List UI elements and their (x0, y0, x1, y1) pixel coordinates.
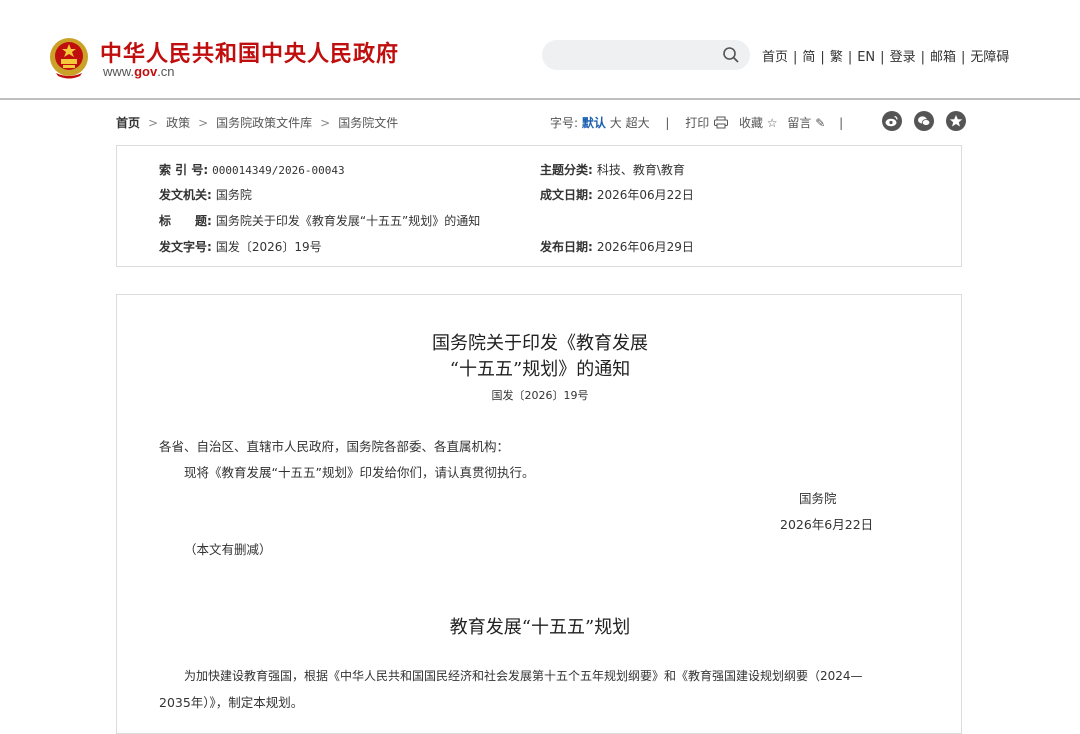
chevron-right-icon: > (198, 116, 209, 130)
meta-published-value: 2026年06月29日 (596, 240, 694, 254)
divider: | (880, 50, 885, 65)
article-signature: 国务院 (799, 491, 837, 506)
comment-label: 留言 (787, 116, 812, 130)
article-date: 2026年6月22日 (780, 517, 874, 532)
divider: | (847, 50, 853, 65)
meta-title-value: 国务院关于印发《教育发展“十五五”规划》的通知 (215, 214, 481, 228)
weibo-icon[interactable] (882, 111, 902, 131)
wechat-icon[interactable] (914, 111, 935, 131)
nav-accessibility-link[interactable]: 无障碍 (970, 46, 1009, 65)
divider: | (920, 50, 925, 65)
star-icon: ☆ (766, 116, 778, 130)
nav-home-link[interactable]: 首页 (762, 46, 788, 65)
chevron-right-icon: > (148, 116, 159, 130)
document-metadata: 索 引 号: 000014349/2026-00043 主题分类: 科技、教育\教育… (116, 145, 962, 267)
site-url-brand: gov (134, 64, 158, 79)
divider: | (839, 116, 844, 130)
site-url[interactable]: www.gov.cn (103, 64, 175, 79)
meta-published: 发布日期: 2026年06月29日 (540, 238, 694, 255)
pencil-icon: ✎ (815, 116, 826, 130)
meta-title: 标 题: 国务院关于印发《教育发展“十五五”规划》的通知 (159, 212, 480, 229)
comment-button[interactable]: 留言 ✎ (787, 114, 825, 131)
meta-issuer: 发文机关: 国务院 (159, 186, 252, 203)
meta-created: 成文日期: 2026年06月22日 (540, 186, 694, 203)
print-label: 打印 (685, 116, 710, 130)
section-title: 教育发展“十五五”规划 (449, 617, 631, 638)
article-title-line1: 国务院关于印发《教育发展 (432, 333, 648, 354)
national-emblem-icon[interactable] (48, 35, 90, 79)
page-tools: 字号: 默认 大 超大 | 打印 收藏 ☆ 留言 ✎ | (550, 114, 843, 131)
breadcrumb-item[interactable]: 国务院政策文件库 (216, 116, 312, 130)
nav-traditional-link[interactable]: 繁 (830, 46, 843, 65)
divider: | (793, 50, 798, 65)
article-title-line2: “十五五”规划》的通知 (449, 359, 631, 380)
article-paragraph-line1: 为加快建设教育强国，根据《中华人民共和国国民经济和社会发展第十五个五年规划纲要》… (184, 669, 863, 683)
top-nav: 首页 | 简 | 繁 | EN | 登录 | 邮箱 | 无障碍 (762, 46, 1009, 65)
breadcrumb-item[interactable]: 政策 (166, 116, 190, 130)
article-doc-number: 国发〔2026〕19号 (491, 389, 589, 402)
meta-docno-value: 国发〔2026〕19号 (215, 240, 322, 254)
nav-login-link[interactable]: 登录 (890, 46, 916, 65)
favorite-button[interactable]: 收藏 ☆ (739, 114, 778, 131)
meta-docno-key: 发文字号: (159, 240, 212, 254)
star-favorite-icon[interactable] (946, 111, 967, 131)
article-salutation: 各省、自治区、直辖市人民政府，国务院各部委、各直属机构： (159, 439, 510, 454)
meta-issuer-value: 国务院 (215, 188, 252, 202)
toolbar: 首页 > 政策 > 国务院政策文件库 > 国务院文件 字号: 默认 大 超大 | 打印 收藏… (0, 100, 1080, 144)
favorite-label: 收藏 (738, 116, 763, 130)
meta-index-value: 000014349/2026-00043 (212, 164, 345, 177)
site-url-suffix: .cn (157, 64, 175, 79)
search-input[interactable] (542, 40, 750, 70)
meta-category-key: 主题分类: (540, 163, 593, 177)
article-note: （本文有删减） (184, 542, 272, 557)
printer-icon (714, 116, 729, 129)
divider: | (665, 116, 670, 130)
meta-published-key: 发布日期: (540, 240, 593, 254)
site-url-prefix: www. (103, 64, 135, 79)
site-header: 中华人民共和国中央人民政府 www.gov.cn 首页 | 简 | 繁 | EN | 登录 | 邮箱… (0, 0, 1080, 100)
meta-docno: 发文字号: 国发〔2026〕19号 (159, 238, 322, 255)
print-button[interactable]: 打印 (685, 114, 729, 131)
article-paragraph-line2: 2035年）》，制定本规划。 (159, 695, 304, 710)
meta-issuer-key: 发文机关: (159, 188, 212, 202)
meta-title-key: 标 题: (159, 214, 212, 228)
nav-mail-link[interactable]: 邮箱 (930, 46, 956, 65)
search-icon[interactable] (722, 46, 740, 64)
font-xlarge-button[interactable]: 超大 (626, 114, 650, 131)
meta-created-value: 2026年06月22日 (596, 188, 694, 202)
font-large-button[interactable]: 大 (610, 114, 622, 131)
font-size-label: 字号: (550, 116, 579, 130)
nav-english-link[interactable]: EN (857, 50, 875, 65)
meta-category: 主题分类: 科技、教育\教育 (540, 161, 685, 178)
meta-index: 索 引 号: 000014349/2026-00043 (159, 161, 345, 178)
chevron-right-icon: > (320, 116, 331, 130)
divider: | (820, 50, 825, 65)
breadcrumb-home[interactable]: 首页 (116, 116, 140, 130)
share-icons (882, 111, 973, 133)
meta-created-key: 成文日期: (540, 188, 593, 202)
breadcrumb: 首页 > 政策 > 国务院政策文件库 > 国务院文件 (116, 114, 398, 131)
divider: | (960, 50, 966, 65)
font-default-button[interactable]: 默认 (582, 114, 606, 131)
article-body: 国务院关于印发《教育发展 “十五五”规划》的通知 国发〔2026〕19号 各省、… (116, 294, 962, 734)
meta-category-value: 科技、教育\教育 (596, 163, 685, 177)
breadcrumb-item[interactable]: 国务院文件 (338, 116, 398, 130)
article-body-text: 现将《教育发展“十五五”规划》印发给你们，请认真贯彻执行。 (184, 465, 535, 480)
nav-simplified-link[interactable]: 简 (802, 46, 815, 65)
meta-index-key: 索 引 号: (159, 163, 209, 177)
